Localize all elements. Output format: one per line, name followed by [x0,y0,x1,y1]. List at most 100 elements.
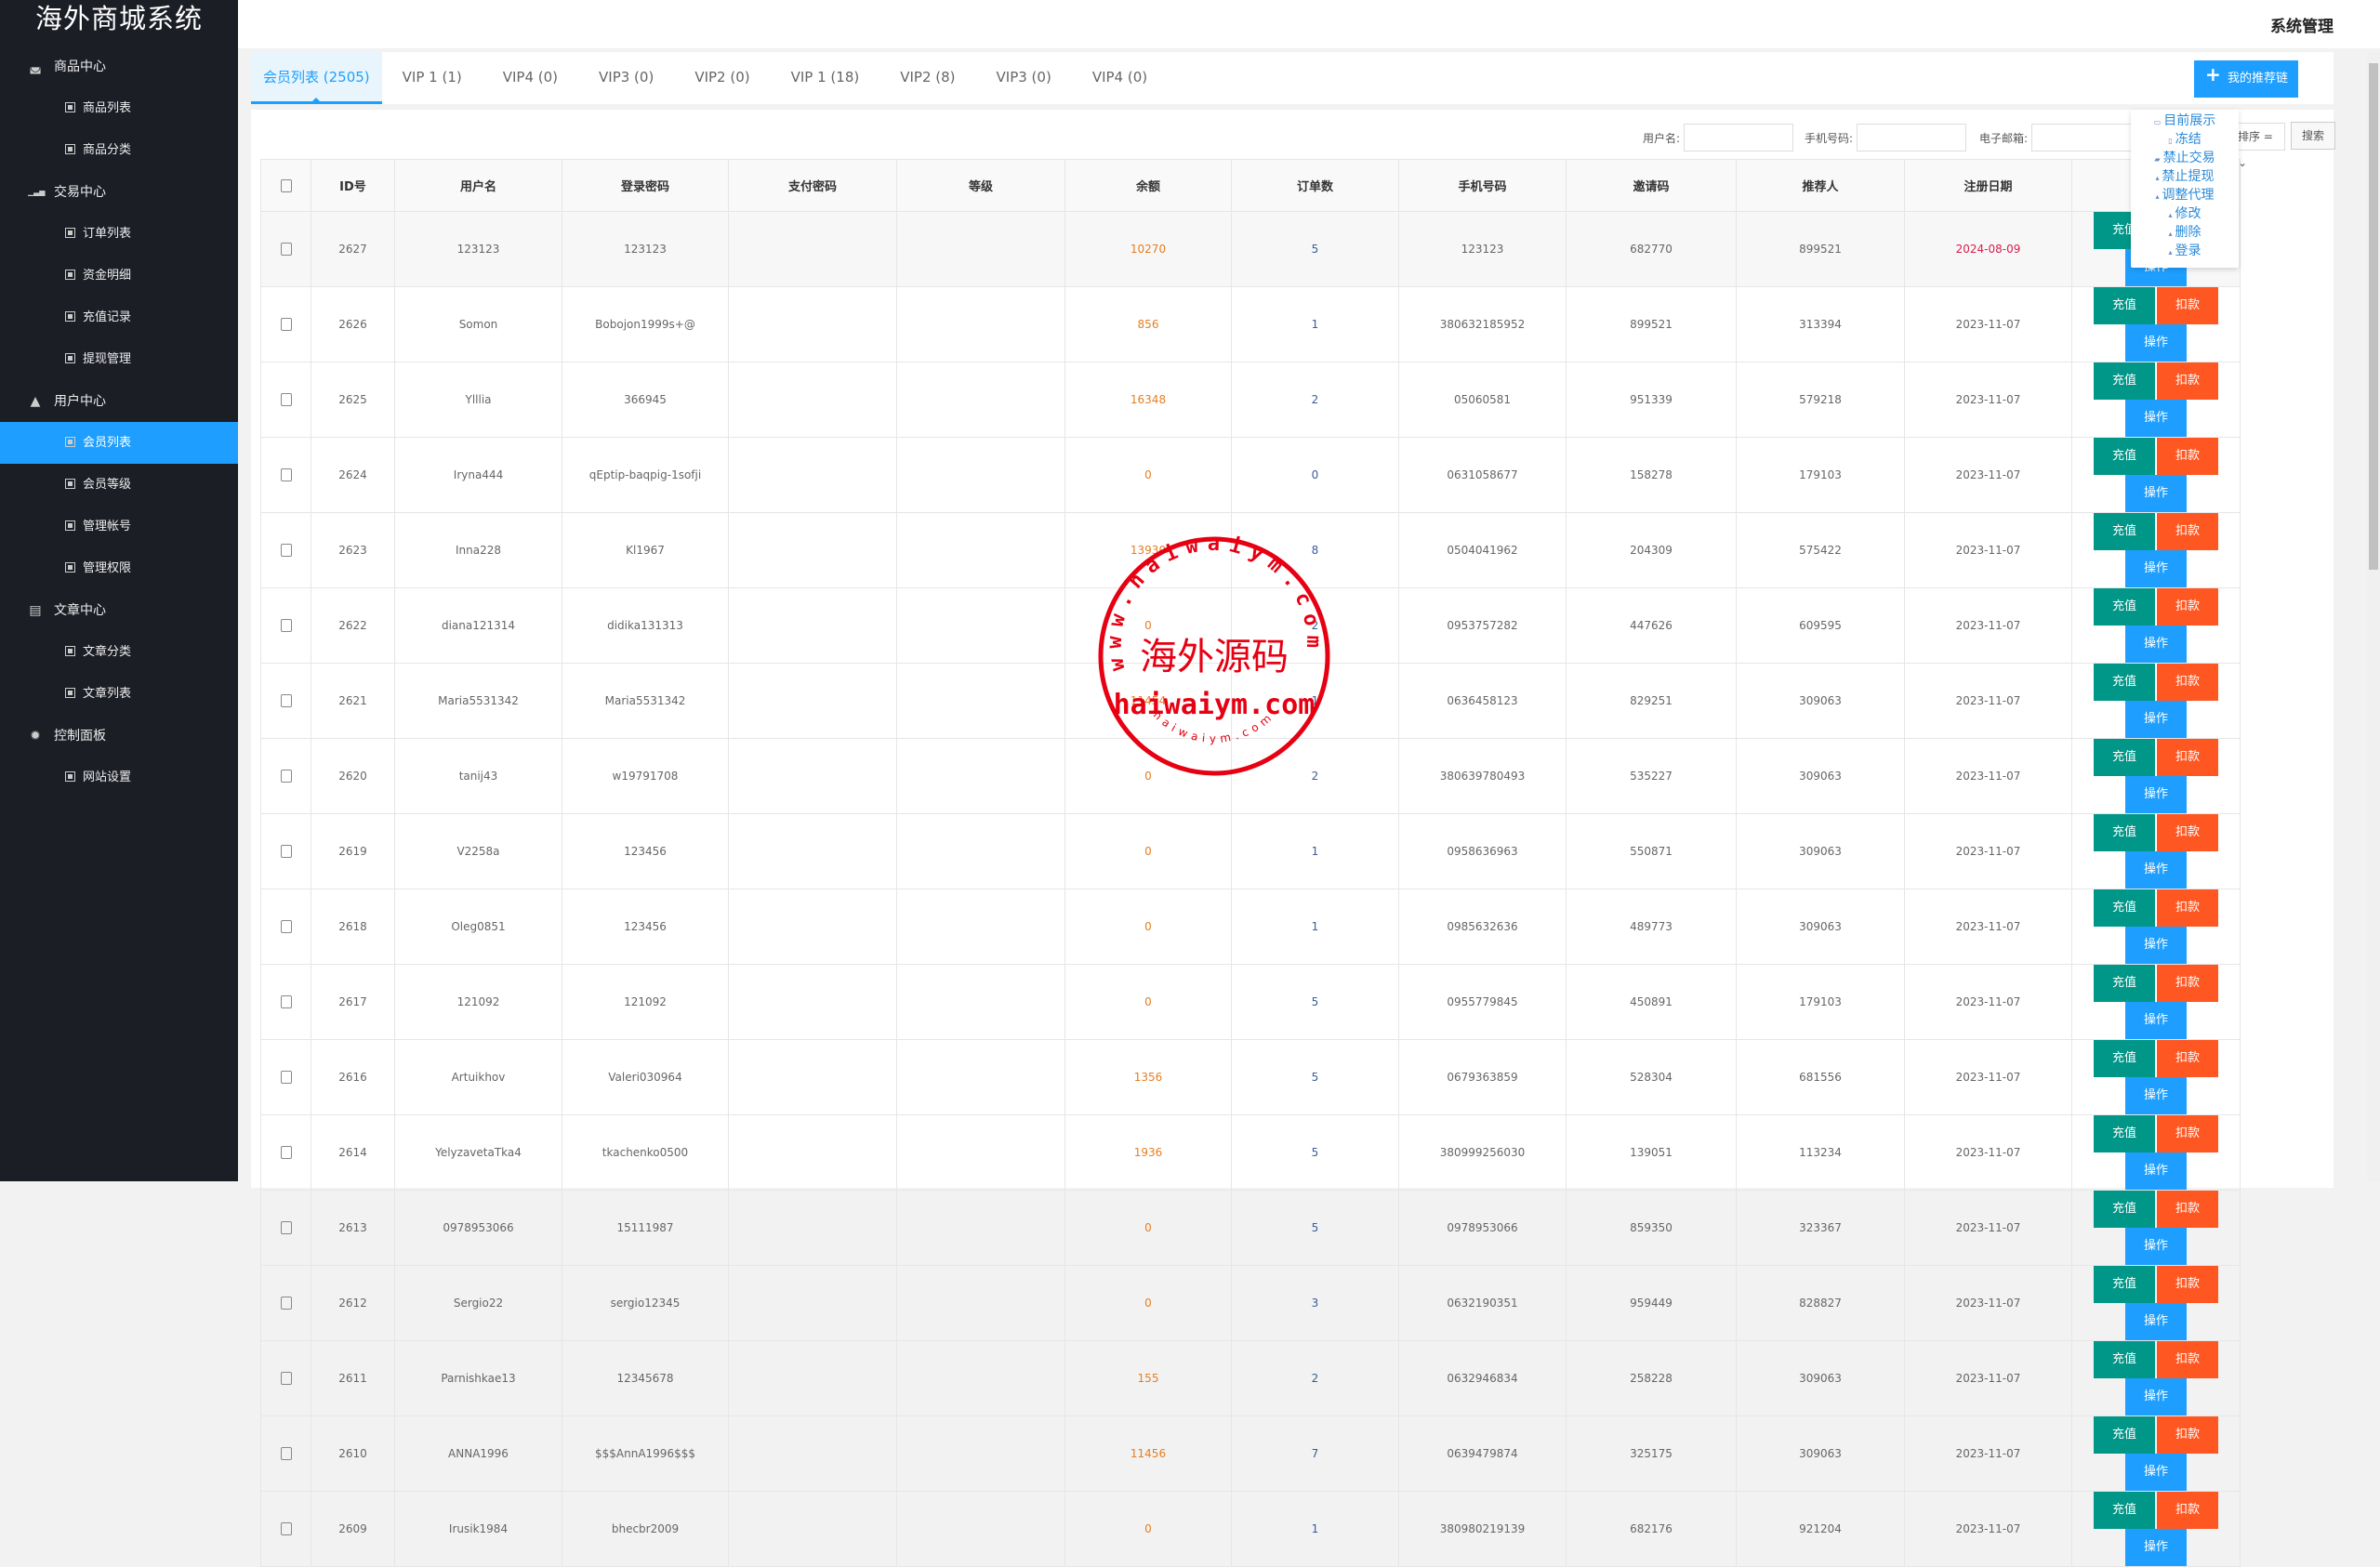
operate-button[interactable]: 操作 [2125,1378,2187,1416]
deduct-button[interactable]: 扣款 [2157,739,2218,776]
tab-5[interactable]: VIP 1 (18) [771,52,880,104]
row-checkbox-cell[interactable] [261,1191,311,1266]
recharge-button[interactable]: 充值 [2094,1341,2155,1378]
operate-button[interactable]: 操作 [2125,1228,2187,1265]
recharge-button[interactable]: 充值 [2094,588,2155,625]
recharge-button[interactable]: 充值 [2094,1266,2155,1303]
sidebar-item-3-1[interactable]: 文章列表 [0,673,238,715]
sidebar-item-2-2[interactable]: 管理帐号 [0,506,238,547]
recharge-button[interactable]: 充值 [2094,1492,2155,1529]
sidebar-group-0[interactable]: ◛商品中心 [28,53,106,81]
tab-8[interactable]: VIP4 (0) [1072,52,1168,104]
row-checkbox[interactable] [281,619,292,632]
row-checkbox-cell[interactable] [261,1416,311,1492]
menu-item-7[interactable]: ▴登录 [2131,242,2239,260]
row-checkbox-cell[interactable] [261,438,311,513]
row-checkbox-cell[interactable] [261,814,311,889]
row-checkbox-cell[interactable] [261,664,311,739]
scrollbar-thumb[interactable] [2369,63,2378,570]
menu-item-1[interactable]: ▯冻结 [2131,130,2239,149]
system-admin-menu[interactable]: 系统管理 [2270,13,2334,36]
menu-item-2[interactable]: ▰禁止交易 [2131,149,2239,167]
operate-button[interactable]: 操作 [2125,1529,2187,1566]
menu-item-4[interactable]: ▴调整代理 [2131,186,2239,204]
operate-button[interactable]: 操作 [2125,324,2187,362]
recharge-button[interactable]: 充值 [2094,814,2155,851]
operate-button[interactable]: 操作 [2125,927,2187,964]
menu-item-0[interactable]: ▭目前展示 [2131,112,2239,130]
email-input[interactable] [2031,124,2141,151]
operate-button[interactable]: 操作 [2125,701,2187,738]
sidebar-item-3-0[interactable]: 文章分类 [0,631,238,673]
sidebar-item-0-1[interactable]: 商品分类 [0,129,238,171]
recharge-button[interactable]: 充值 [2094,664,2155,701]
tab-3[interactable]: VIP3 (0) [578,52,674,104]
row-checkbox[interactable] [281,694,292,707]
deduct-button[interactable]: 扣款 [2157,1191,2218,1228]
operate-button[interactable]: 操作 [2125,851,2187,889]
operate-button[interactable]: 操作 [2125,1002,2187,1039]
sidebar-item-1-0[interactable]: 订单列表 [0,213,238,255]
recharge-button[interactable]: 充值 [2094,1040,2155,1077]
row-checkbox-cell[interactable] [261,212,311,287]
scrollbar[interactable] [2367,52,2380,1181]
select-all-checkbox[interactable] [281,179,292,192]
recharge-button[interactable]: 充值 [2094,287,2155,324]
row-checkbox[interactable] [281,1522,292,1535]
deduct-button[interactable]: 扣款 [2157,1115,2218,1152]
menu-item-6[interactable]: ▴删除 [2131,223,2239,242]
row-checkbox-cell[interactable] [261,965,311,1040]
operate-button[interactable]: 操作 [2125,776,2187,813]
row-checkbox[interactable] [281,243,292,256]
deduct-button[interactable]: 扣款 [2157,1492,2218,1529]
sidebar-item-1-2[interactable]: 充值记录 [0,296,238,338]
row-checkbox[interactable] [281,318,292,331]
sidebar-item-4-0[interactable]: 网站设置 [0,757,238,798]
sidebar-group-2[interactable]: ▲用户中心 [28,388,106,415]
referral-link-button[interactable]: + 我的推荐链接 [2194,60,2298,98]
row-checkbox[interactable] [281,1447,292,1460]
recharge-button[interactable]: 充值 [2094,1191,2155,1228]
deduct-button[interactable]: 扣款 [2157,889,2218,927]
row-checkbox[interactable] [281,995,292,1008]
sidebar-item-1-3[interactable]: 提现管理 [0,338,238,380]
deduct-button[interactable]: 扣款 [2157,965,2218,1002]
deduct-button[interactable]: 扣款 [2157,814,2218,851]
deduct-button[interactable]: 扣款 [2157,664,2218,701]
sidebar-item-2-0[interactable]: 会员列表 [0,422,238,464]
row-checkbox[interactable] [281,1221,292,1234]
row-checkbox[interactable] [281,920,292,933]
operate-button[interactable]: 操作 [2125,475,2187,512]
row-checkbox-cell[interactable] [261,287,311,362]
operate-button[interactable]: 操作 [2125,1303,2187,1340]
operate-button[interactable]: 操作 [2125,1077,2187,1114]
operate-button[interactable]: 操作 [2125,1454,2187,1491]
recharge-button[interactable]: 充值 [2094,965,2155,1002]
row-checkbox[interactable] [281,1071,292,1084]
operate-button[interactable]: 操作 [2125,550,2187,587]
row-checkbox-cell[interactable] [261,1492,311,1567]
row-checkbox[interactable] [281,468,292,481]
deduct-button[interactable]: 扣款 [2157,287,2218,324]
row-checkbox[interactable] [281,1146,292,1159]
tab-7[interactable]: VIP3 (0) [976,52,1072,104]
deduct-button[interactable]: 扣款 [2157,362,2218,400]
tab-2[interactable]: VIP4 (0) [483,52,578,104]
select-all-checkbox-cell[interactable] [261,160,311,212]
sidebar-group-1[interactable]: ▁▃▅交易中心 [28,178,106,206]
row-checkbox-cell[interactable] [261,588,311,664]
search-button[interactable]: 搜索 [2291,122,2335,150]
deduct-button[interactable]: 扣款 [2157,513,2218,550]
operate-button[interactable]: 操作 [2125,400,2187,437]
row-checkbox-cell[interactable] [261,889,311,965]
row-checkbox[interactable] [281,1372,292,1385]
deduct-button[interactable]: 扣款 [2157,1040,2218,1077]
row-checkbox-cell[interactable] [261,1115,311,1191]
row-checkbox-cell[interactable] [261,739,311,814]
username-input[interactable] [1684,124,1793,151]
deduct-button[interactable]: 扣款 [2157,1266,2218,1303]
operate-button[interactable]: 操作 [2125,625,2187,663]
menu-item-5[interactable]: ▴修改 [2131,204,2239,223]
operate-button[interactable]: 操作 [2125,1152,2187,1190]
sidebar-group-4[interactable]: ✹控制面板 [28,722,106,750]
